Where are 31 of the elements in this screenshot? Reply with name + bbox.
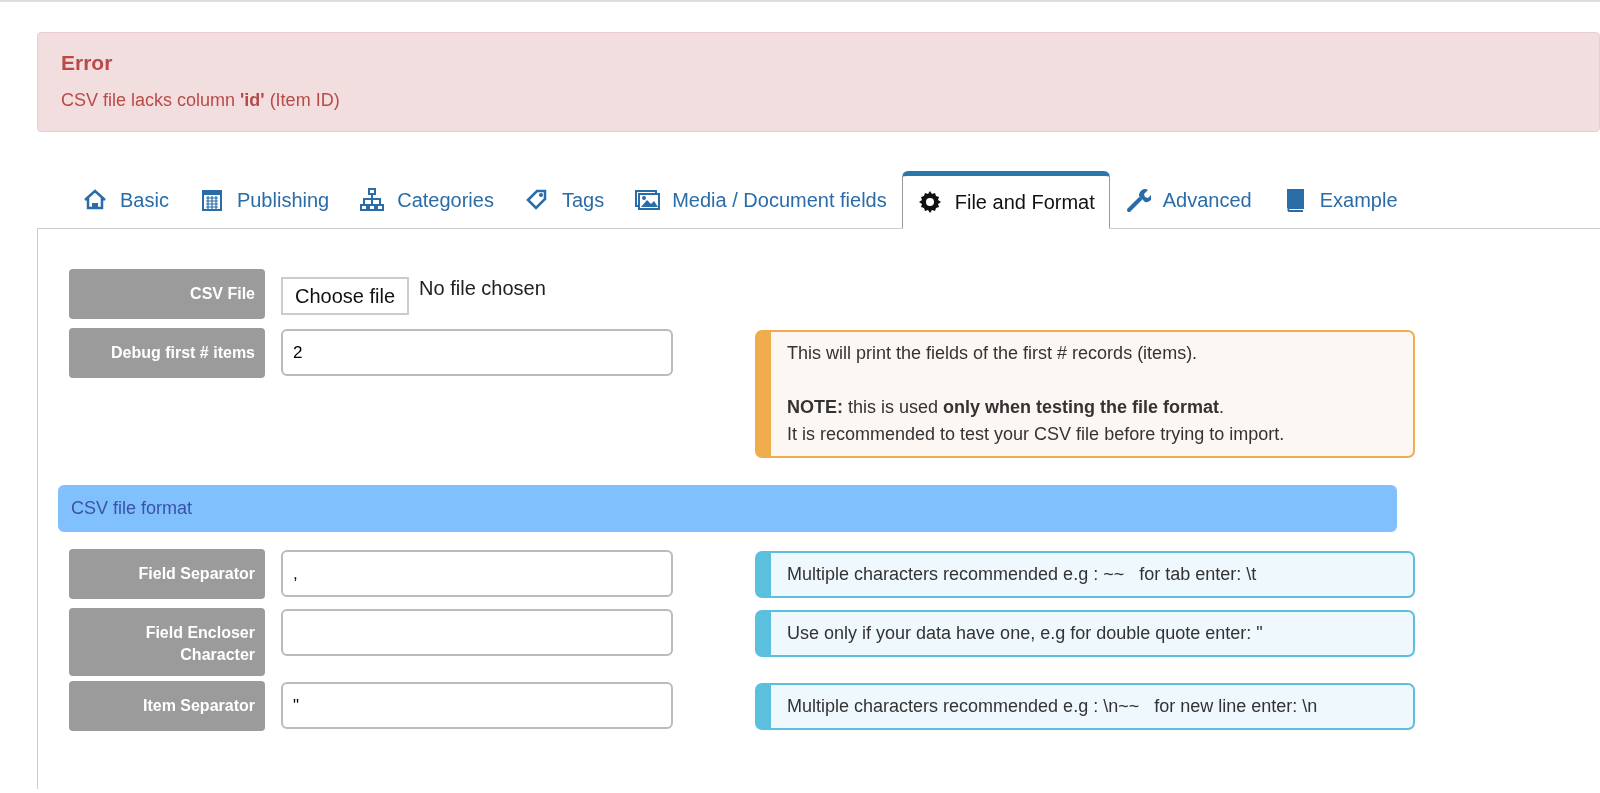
tab[interactable]: Media / Document fields <box>619 171 902 229</box>
note-text: This will print the fields of the first # records (items). <box>787 342 1199 365</box>
tab[interactable]: Categories <box>344 171 509 229</box>
field-label: Debug first # items <box>69 328 265 378</box>
field-label: CSV File <box>69 269 265 319</box>
alert-message: CSV file lacks column 'id' (Item ID) <box>61 88 341 112</box>
tab[interactable]: Tags <box>508 171 620 229</box>
alert-title: Error <box>61 50 114 76</box>
text-field[interactable] <box>281 609 673 656</box>
section-header: CSV file format <box>58 485 1397 532</box>
note-text: It is recommended to test your CSV file before trying to import. <box>787 423 1286 446</box>
tab[interactable]: Example <box>1266 171 1413 229</box>
tab[interactable]: Advanced <box>1109 171 1267 229</box>
note-text: NOTE: this is used only when testing the file format. <box>787 396 1226 419</box>
tab[interactable]: File and Format <box>901 171 1110 229</box>
wrench-icon <box>1124 187 1151 213</box>
text-field[interactable]: 2 <box>281 329 673 376</box>
note-text: Use only if your data have one, e.g for double quote enter: " <box>787 622 1264 645</box>
field-label: Field Encloser Character <box>69 608 265 676</box>
note-text: Multiple characters recommended e.g : \n~~ for new line enter: \n <box>787 695 1319 718</box>
field-label: Item Separator <box>69 681 265 731</box>
field-label: Field Separator <box>69 549 265 599</box>
file-status: No file chosen <box>419 276 546 301</box>
note-text: Multiple characters recommended e.g : ~~ for tab enter: \t <box>787 563 1258 586</box>
choose-file-button[interactable]: Choose file <box>281 277 410 315</box>
tab[interactable]: Publishing <box>183 171 345 229</box>
text-field[interactable]: " <box>281 682 673 729</box>
sitemap-icon <box>359 187 386 213</box>
tab[interactable]: Basic <box>67 171 184 229</box>
image-icon <box>634 187 661 213</box>
text-field[interactable]: , <box>281 550 673 597</box>
